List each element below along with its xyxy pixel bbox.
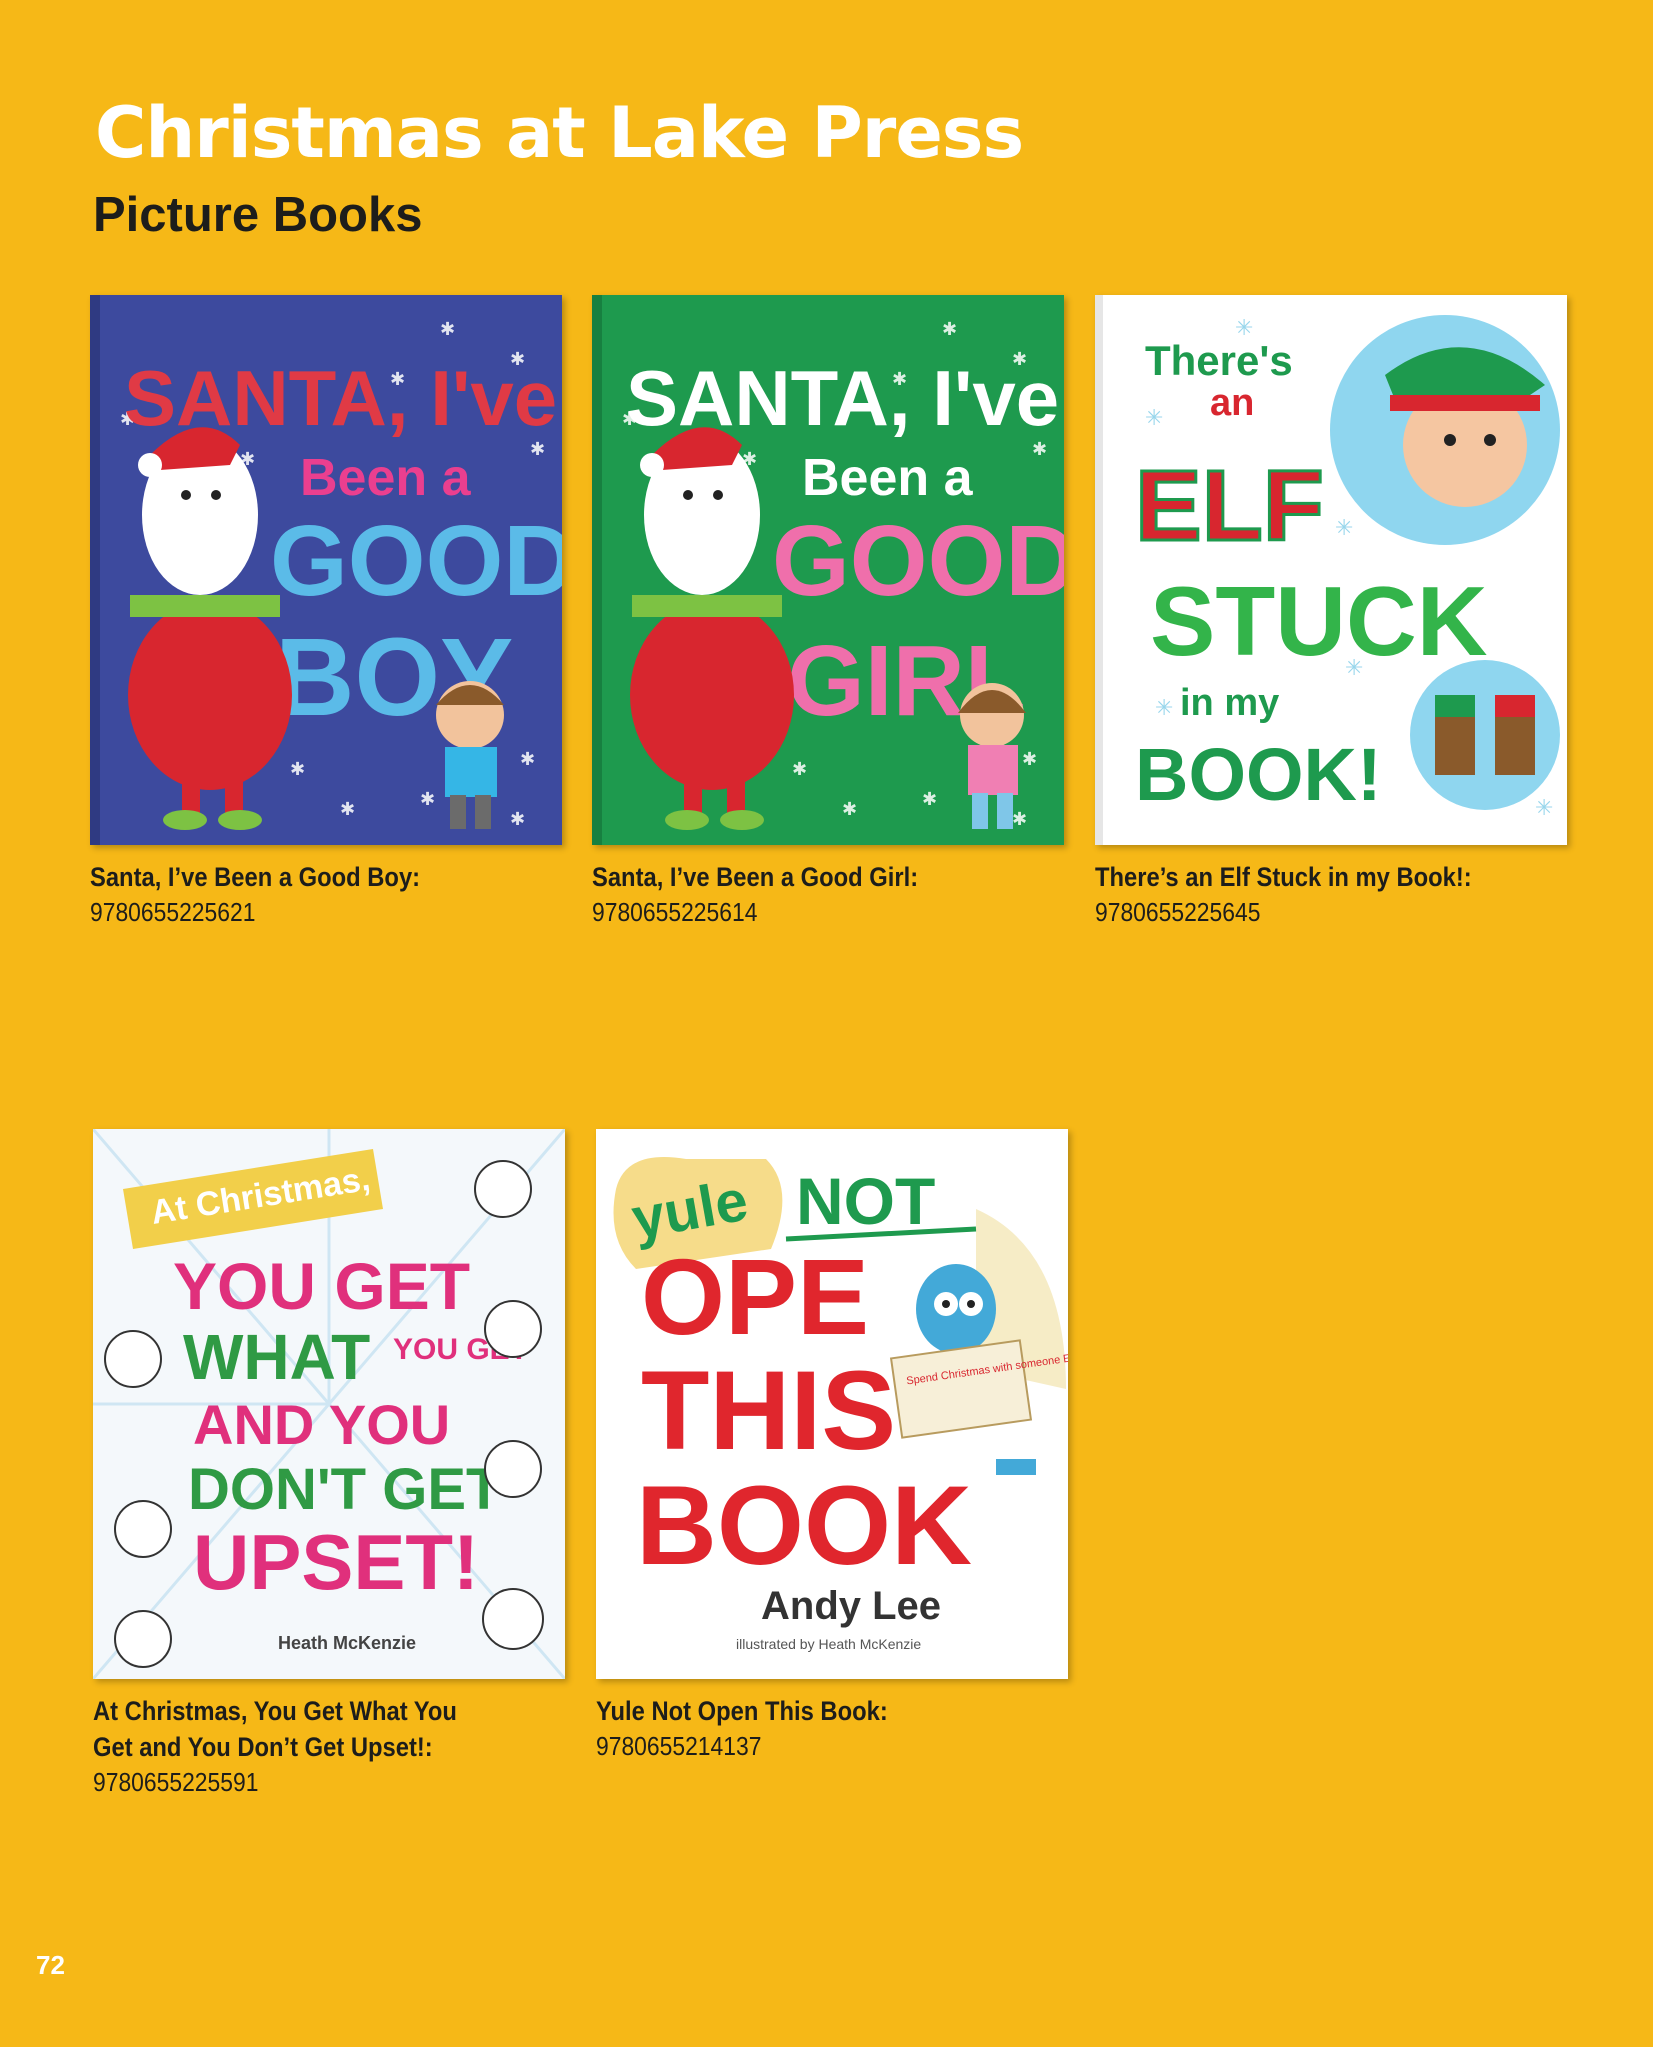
cover-text-line2: Been a bbox=[802, 449, 974, 507]
svg-text:✱: ✱ bbox=[1012, 809, 1027, 830]
cover-text-line1: SANTA, I've bbox=[124, 354, 557, 442]
cover-illustration: At Christmas, YOU GET WHAT YOU GET AND Y… bbox=[93, 1129, 565, 1679]
page-subtitle: Picture Books bbox=[93, 188, 423, 242]
cover-illustration: yule NOT OPE THIS BOOK Spend Christmas w… bbox=[596, 1129, 1068, 1679]
book-isbn: 9780655225591 bbox=[93, 1767, 259, 1797]
book-cover-elf-stuck[interactable]: ✳ ✳ ✳ ✳ ✳ ✳ There's an ELF STUCK in my BOOK! bbox=[1095, 295, 1567, 845]
cover-text-line3: GOOD bbox=[270, 505, 562, 617]
cover-text-line3: ELF bbox=[1135, 450, 1324, 562]
book-title[interactable]: Yule Not Open This Book: bbox=[596, 1693, 1071, 1729]
cover-illustrator: illustrated by Heath McKenzie bbox=[736, 1636, 921, 1652]
svg-text:✱: ✱ bbox=[1022, 749, 1037, 770]
cover-text-line1: There's bbox=[1145, 337, 1293, 384]
svg-text:✱: ✱ bbox=[340, 799, 355, 820]
svg-text:✱: ✱ bbox=[842, 799, 857, 820]
cover-text-line2: Been a bbox=[300, 449, 472, 507]
page-title: Christmas at Lake Press bbox=[95, 92, 1024, 174]
book-cover-good-girl[interactable]: ✱ ✱ ✱ ✱ ✱ ✱ ✱ ✱ ✱ ✱ ✱ ✱ SANTA, I've Been a GOOD … bbox=[592, 295, 1064, 845]
cover-author: Heath McKenzie bbox=[278, 1633, 416, 1653]
cover-illustration: ✳✳✳ ✳✳✳ There's an ELF STUCK in my BOOK! bbox=[1095, 295, 1567, 845]
cover-text-line3: BOOK bbox=[636, 1463, 972, 1588]
cover-text-line4: STUCK bbox=[1150, 566, 1488, 676]
svg-text:✱: ✱ bbox=[942, 319, 957, 340]
cover-text-line1: SANTA, I've bbox=[626, 354, 1059, 442]
book-card-good-girl[interactable]: ✱ ✱ ✱ ✱ ✱ ✱ ✱ ✱ ✱ ✱ ✱ ✱ SANTA, I've Been a GOOD … bbox=[592, 295, 1064, 929]
page-number: 72 bbox=[36, 1950, 65, 1980]
cover-text-line2: an bbox=[1210, 382, 1254, 424]
cover-text-line3: GOOD bbox=[772, 505, 1064, 617]
svg-text:✱: ✱ bbox=[440, 319, 455, 340]
svg-text:✱: ✱ bbox=[290, 759, 305, 780]
cover-illustration: ✱✱✱ ✱✱✱ ✱✱ ✱ ✱ ✱✱ SANTA, I've Been a GOOD … bbox=[90, 295, 562, 845]
cover-text-line3: AND YOU bbox=[193, 1393, 450, 1456]
cover-text-line5: in my bbox=[1180, 682, 1279, 724]
book-isbn: 9780655225621 bbox=[90, 897, 256, 927]
svg-text:✱: ✱ bbox=[792, 759, 807, 780]
svg-text:✱: ✱ bbox=[1032, 439, 1047, 460]
book-card-you-get-what-you-get[interactable]: At Christmas, YOU GET WHAT YOU GET AND Y… bbox=[93, 1129, 565, 1799]
cover-author: Andy Lee bbox=[761, 1584, 941, 1628]
book-cover-good-boy[interactable]: ✱ ✱ ✱ ✱ ✱ ✱ ✱ ✱ ✱ ✱ ✱ ✱ SANTA, I've Been a GOOD … bbox=[90, 295, 562, 845]
svg-text:✳: ✳ bbox=[1155, 696, 1173, 721]
book-isbn: 9780655225645 bbox=[1095, 897, 1261, 927]
cover-text-line0: NOT bbox=[796, 1164, 935, 1238]
cover-text-line6: BOOK! bbox=[1135, 733, 1382, 816]
book-cover-you-get-what-you-get[interactable]: At Christmas, YOU GET WHAT YOU GET AND Y… bbox=[93, 1129, 565, 1679]
book-card-yule-not-open[interactable]: yule NOT OPE THIS BOOK Spend Christmas w… bbox=[596, 1129, 1068, 1763]
cover-illustration: ✱✱✱ ✱✱✱ ✱✱ ✱ ✱ ✱✱ SANTA, I've Been a GOOD … bbox=[592, 295, 1064, 845]
book-card-elf-stuck[interactable]: ✳ ✳ ✳ ✳ ✳ ✳ There's an ELF STUCK in my BOOK!… bbox=[1095, 295, 1567, 929]
svg-text:✱: ✱ bbox=[520, 749, 535, 770]
book-isbn: 9780655225614 bbox=[592, 897, 758, 927]
svg-text:✱: ✱ bbox=[420, 789, 435, 810]
cover-text-line5: UPSET! bbox=[193, 1518, 479, 1606]
book-cover-yule-not-open[interactable]: yule NOT OPE THIS BOOK Spend Christmas w… bbox=[596, 1129, 1068, 1679]
cover-text-line1: OPE bbox=[641, 1236, 869, 1357]
cover-text-line2: THIS bbox=[641, 1348, 896, 1473]
svg-text:✳: ✳ bbox=[1535, 796, 1553, 821]
svg-text:✳: ✳ bbox=[1145, 406, 1163, 431]
svg-text:✱: ✱ bbox=[510, 809, 525, 830]
svg-text:✱: ✱ bbox=[530, 439, 545, 460]
book-title[interactable]: At Christmas, You Get What You Get and Y… bbox=[93, 1693, 568, 1765]
book-title[interactable]: Santa, I’ve Been a Good Girl: bbox=[592, 859, 1067, 895]
book-isbn: 9780655214137 bbox=[596, 1731, 762, 1761]
cover-text-line2: WHAT bbox=[183, 1321, 370, 1393]
book-card-good-boy[interactable]: ✱ ✱ ✱ ✱ ✱ ✱ ✱ ✱ ✱ ✱ ✱ ✱ SANTA, I've Been a GOOD … bbox=[90, 295, 562, 929]
book-title[interactable]: There’s an Elf Stuck in my Book!: bbox=[1095, 859, 1570, 895]
svg-text:✳: ✳ bbox=[1335, 516, 1353, 541]
svg-text:✱: ✱ bbox=[922, 789, 937, 810]
cover-text-line4: DON'T GET bbox=[188, 1457, 501, 1522]
cover-text-line1: YOU GET bbox=[173, 1249, 470, 1323]
book-title[interactable]: Santa, I’ve Been a Good Boy: bbox=[90, 859, 565, 895]
